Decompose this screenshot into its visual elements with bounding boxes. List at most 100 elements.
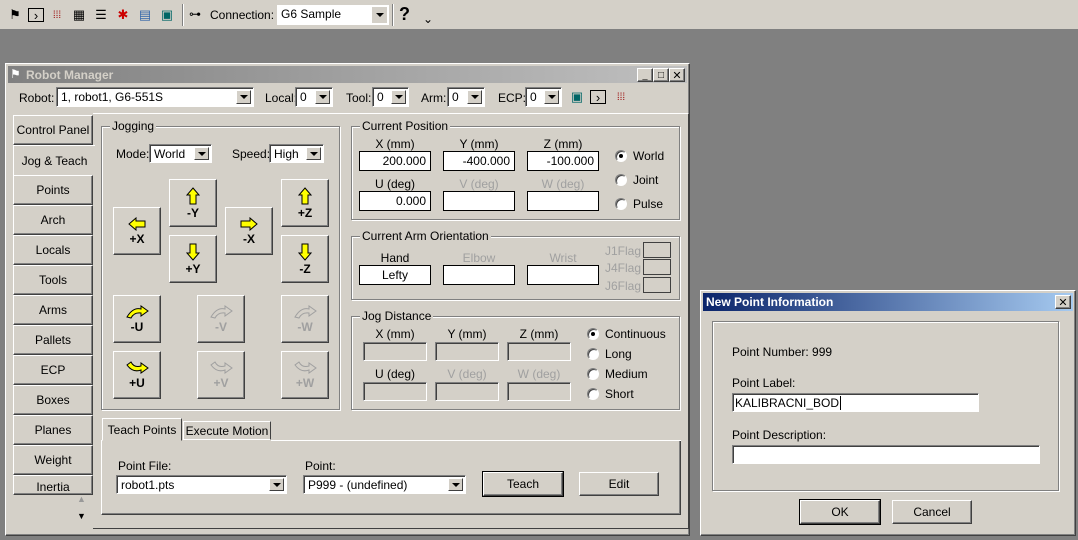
radio-continuous[interactable]: Continuous — [587, 327, 666, 341]
io-monitor-icon[interactable]: ⁞⁞⁞ — [612, 88, 630, 106]
jog-plus-z-button[interactable]: +Z — [281, 179, 329, 227]
command-window-icon[interactable]: › — [28, 8, 44, 23]
x-label: X (mm) — [375, 137, 415, 151]
jog-minus-x-button[interactable]: -X — [225, 207, 273, 255]
jog-minus-w-button[interactable]: -W — [281, 295, 329, 343]
tab-label: Execute Motion — [185, 423, 269, 438]
tab-arch[interactable]: Arch — [13, 205, 93, 235]
jog-distance-v-field[interactable] — [435, 382, 499, 401]
tab-tools[interactable]: Tools — [13, 265, 93, 295]
toolbar-overflow-icon[interactable]: ⌄ — [423, 12, 433, 26]
radio-label: World — [633, 149, 665, 163]
tab-planes[interactable]: Planes — [13, 415, 93, 445]
radio-medium[interactable]: Medium — [587, 367, 648, 381]
jog-distance-x-field[interactable] — [363, 342, 427, 361]
dialog-close-button[interactable]: ✕ — [1055, 295, 1071, 309]
jog-label: -U — [130, 319, 144, 334]
jog-plus-x-button[interactable]: +X — [113, 207, 161, 255]
point-file-select[interactable]: robot1.pts — [116, 475, 287, 494]
tab-label: Weight — [34, 453, 72, 467]
robot-manager-icon[interactable]: ⚑ — [6, 6, 24, 24]
radio-label: Short — [605, 387, 634, 401]
point-value: P999 - (undefined) — [308, 478, 408, 492]
tool-select[interactable]: 0 — [372, 87, 409, 107]
chevron-down-icon — [269, 478, 284, 491]
tab-locals[interactable]: Locals — [13, 235, 93, 265]
radio-short[interactable]: Short — [587, 387, 634, 401]
scroll-up-icon[interactable]: ▲ — [77, 494, 86, 504]
tab-control-panel[interactable]: Control Panel — [13, 115, 93, 145]
radio-world[interactable]: World — [615, 149, 664, 163]
connection-select[interactable]: G6 Sample — [277, 5, 389, 25]
ecp-label: ECP: — [498, 91, 527, 105]
radio-label: Pulse — [633, 197, 664, 211]
point-label-input[interactable]: KALIBRACNI_BOD — [732, 393, 979, 412]
tab-weight[interactable]: Weight — [13, 445, 93, 475]
point-file-value: robot1.pts — [121, 478, 175, 492]
minimize-button[interactable]: _ — [637, 68, 653, 82]
jog-plus-u-button[interactable]: +U — [113, 351, 161, 399]
jog-distance-y-field[interactable] — [435, 342, 499, 361]
tab-points[interactable]: Points — [13, 175, 93, 205]
edit-button[interactable]: Edit — [579, 472, 659, 496]
jog-distance-w-field[interactable] — [507, 382, 571, 401]
ok-button[interactable]: OK — [799, 499, 881, 525]
jog-minus-z-button[interactable]: -Z — [281, 235, 329, 283]
jog-minus-v-button[interactable]: -V — [197, 295, 245, 343]
robot-select[interactable]: 1, robot1, G6-551S — [56, 87, 254, 107]
command-window-icon[interactable]: › — [590, 90, 606, 105]
jog-distance-z-field[interactable] — [507, 342, 571, 361]
tab-execute-motion[interactable]: Execute Motion — [183, 421, 271, 440]
hand-field: Lefty — [359, 265, 431, 285]
arm-value: 0 — [452, 90, 459, 104]
close-button[interactable]: ✕ — [669, 68, 685, 82]
speed-select[interactable]: High — [269, 144, 324, 163]
tab-boxes[interactable]: Boxes — [13, 385, 93, 415]
dialog-title-bar: New Point Information ✕ — [703, 293, 1073, 311]
maximize-button[interactable]: □ — [653, 68, 669, 82]
j1flag-label: J1Flag — [605, 244, 642, 258]
tab-arms[interactable]: Arms — [13, 295, 93, 325]
ecp-select[interactable]: 0 — [525, 87, 562, 107]
simulator-icon[interactable]: ✱ — [114, 6, 132, 24]
chevron-down-icon — [194, 147, 209, 160]
io-monitor-icon[interactable]: ⁞⁞⁞ — [48, 6, 66, 24]
teach-button[interactable]: Teach — [482, 471, 564, 497]
help-button[interactable]: ? — [399, 4, 410, 25]
tab-pallets[interactable]: Pallets — [13, 325, 93, 355]
jog-minus-u-button[interactable]: -U — [113, 295, 161, 343]
jog-distance-u-field[interactable] — [363, 382, 427, 401]
tab-ecp[interactable]: ECP — [13, 355, 93, 385]
arm-label: Arm: — [421, 91, 447, 105]
jog-plus-v-button[interactable]: +V — [197, 351, 245, 399]
list-icon[interactable]: ☰ — [92, 6, 110, 24]
tab-teach-points[interactable]: Teach Points — [102, 418, 182, 441]
tab-jog-teach[interactable]: Jog & Teach — [13, 145, 95, 175]
camera-icon[interactable]: ▣ — [158, 6, 176, 24]
task-manager-icon[interactable]: ▦ — [70, 6, 88, 24]
point-number-text: Point Number: 999 — [732, 345, 833, 359]
radio-icon — [615, 198, 627, 210]
radio-joint[interactable]: Joint — [615, 173, 658, 187]
dialog-title: New Point Information — [706, 295, 834, 309]
main-toolbar: ⚑ › ⁞⁞⁞ ▦ ☰ ✱ ▤ ▣ ⊶ Connection: G6 Sampl… — [0, 0, 1078, 30]
jog-label: +W — [295, 375, 315, 390]
jog-label: -Y — [187, 205, 199, 220]
tab-inertia[interactable]: Inertia — [13, 475, 93, 495]
cancel-button[interactable]: Cancel — [892, 500, 972, 524]
jog-plus-w-button[interactable]: +W — [281, 351, 329, 399]
jog-minus-y-button[interactable]: -Y — [169, 179, 217, 227]
local-select[interactable]: 0 — [295, 87, 333, 107]
camera-icon[interactable]: ▣ — [568, 88, 586, 106]
radio-long[interactable]: Long — [587, 347, 632, 361]
jog-plus-y-button[interactable]: +Y — [169, 235, 217, 283]
radio-pulse[interactable]: Pulse — [615, 197, 663, 211]
mode-select[interactable]: World — [149, 144, 212, 163]
point-description-input[interactable] — [732, 445, 1040, 464]
hand-label: Hand — [380, 251, 410, 265]
form-icon[interactable]: ▤ — [136, 6, 154, 24]
scroll-down-icon[interactable]: ▼ — [77, 511, 86, 521]
arm-select[interactable]: 0 — [447, 87, 485, 107]
point-select[interactable]: P999 - (undefined) — [303, 475, 466, 494]
elbow-label: Elbow — [462, 251, 496, 265]
